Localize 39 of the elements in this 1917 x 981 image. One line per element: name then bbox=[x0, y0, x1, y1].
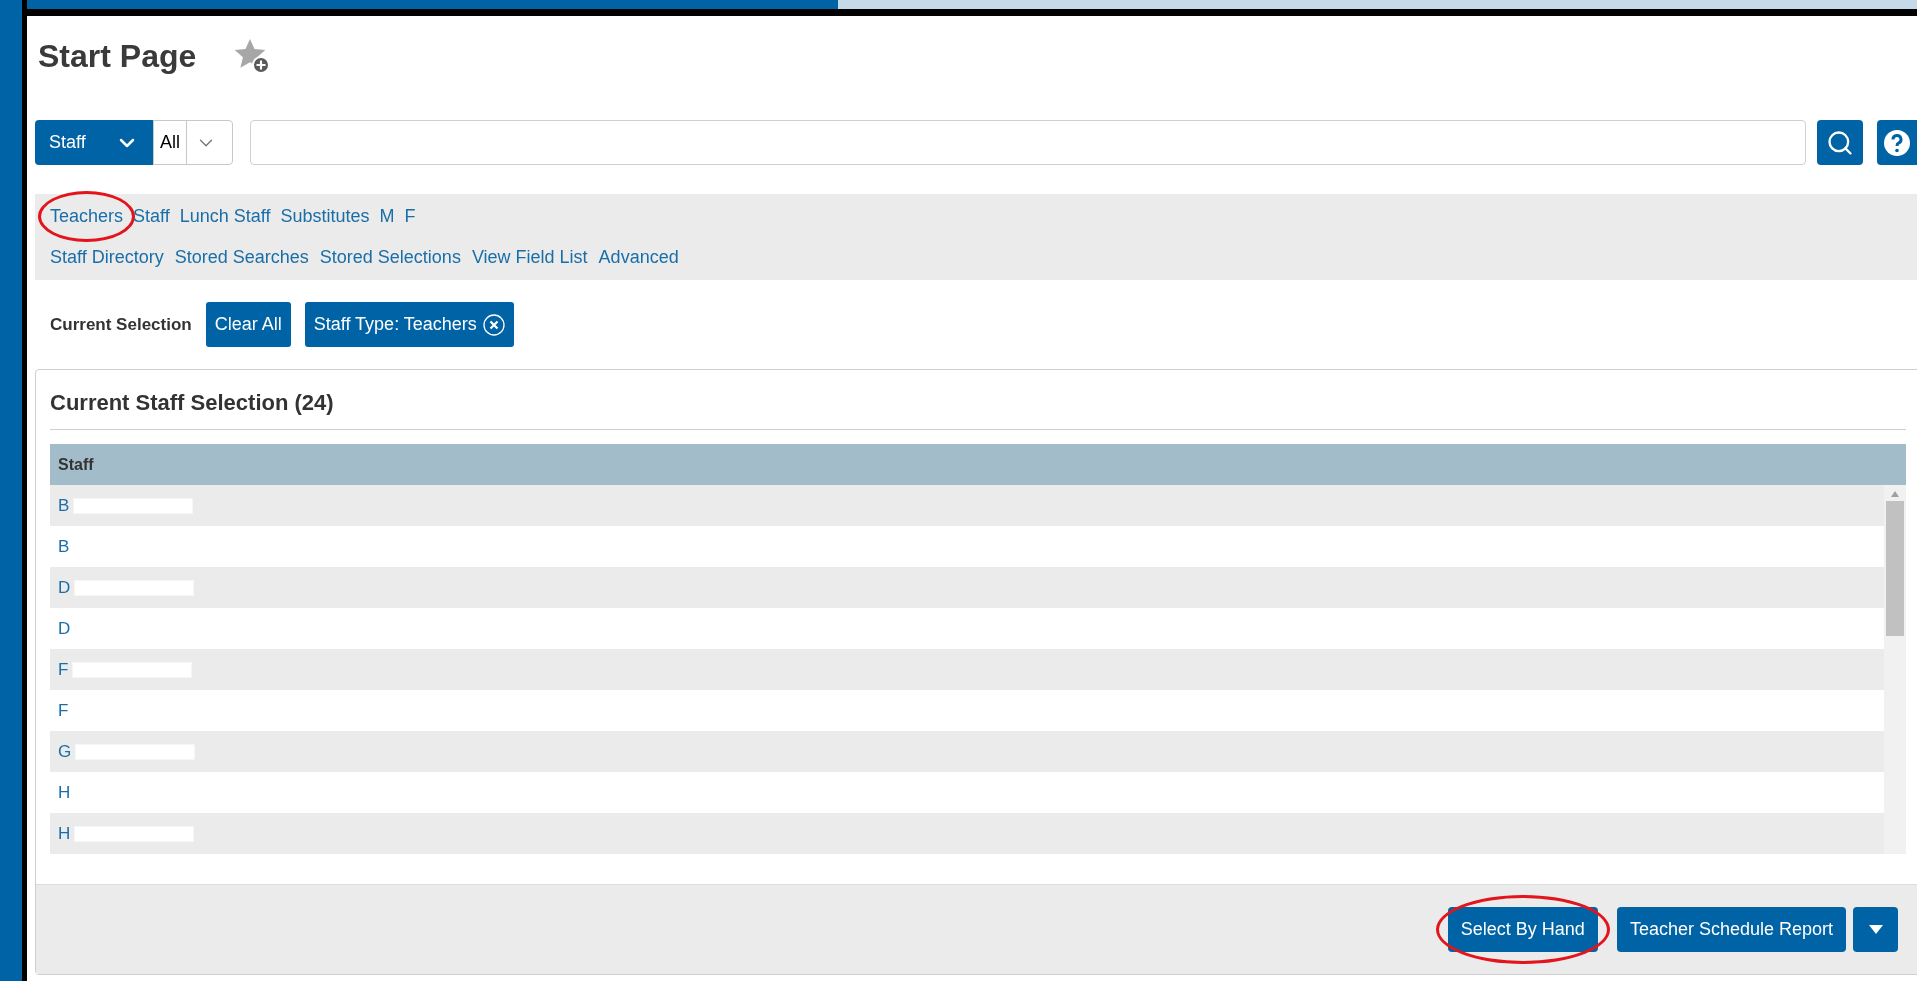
search-icon bbox=[1826, 128, 1854, 157]
clear-all-button[interactable]: Clear All bbox=[205, 302, 291, 347]
staff-name-link[interactable]: G bbox=[58, 738, 72, 765]
scope-dropdown[interactable]: All bbox=[153, 120, 233, 165]
page-title: Start Page bbox=[38, 37, 197, 76]
quick-filter-link[interactable]: Teachers bbox=[50, 203, 124, 230]
quick-filter-link[interactable]: Staff bbox=[133, 203, 170, 230]
tool-link[interactable]: Advanced bbox=[598, 244, 679, 271]
quick-filter-link[interactable]: F bbox=[404, 203, 416, 230]
tool-link[interactable]: Stored Selections bbox=[319, 244, 461, 271]
column-header: Staff bbox=[50, 444, 1906, 485]
current-selection-label: Current Selection bbox=[50, 313, 192, 336]
staff-name-link[interactable]: H bbox=[58, 779, 71, 806]
search-button[interactable] bbox=[1817, 120, 1863, 165]
quick-filter-link[interactable]: M bbox=[379, 203, 395, 230]
staff-name-link[interactable]: H bbox=[58, 820, 71, 847]
more-actions-button[interactable] bbox=[1853, 907, 1898, 952]
staff-name-link[interactable]: D bbox=[58, 615, 71, 642]
staff-name-link[interactable]: F bbox=[58, 656, 69, 683]
remove-icon bbox=[482, 313, 505, 336]
tool-link[interactable]: Stored Searches bbox=[174, 244, 309, 271]
filter-chip[interactable]: Staff Type: Teachers bbox=[304, 302, 514, 347]
quick-filter-link[interactable]: Lunch Staff bbox=[179, 203, 271, 230]
scrollbar-thumb[interactable] bbox=[1886, 501, 1904, 636]
tool-link[interactable]: View Field List bbox=[471, 244, 588, 271]
help-button[interactable] bbox=[1877, 120, 1917, 165]
staff-name-link[interactable]: F bbox=[58, 697, 69, 724]
section-title: Current Staff Selection (24) bbox=[50, 386, 1906, 430]
caret-down-icon bbox=[1868, 925, 1883, 934]
tool-link[interactable]: Staff Directory bbox=[50, 244, 164, 271]
staff-name-link[interactable]: B bbox=[58, 533, 70, 560]
action-button[interactable]: Teacher Schedule Report bbox=[1616, 907, 1846, 952]
action-button[interactable]: Select By Hand bbox=[1447, 907, 1598, 952]
help-icon bbox=[1883, 128, 1911, 157]
category-dropdown[interactable]: Staff bbox=[35, 120, 153, 165]
quick-filter-link[interactable]: Substitutes bbox=[280, 203, 370, 230]
search-field[interactable] bbox=[250, 120, 1806, 165]
staff-name-link[interactable]: B bbox=[58, 492, 70, 519]
staff-name-link[interactable]: D bbox=[58, 574, 71, 601]
